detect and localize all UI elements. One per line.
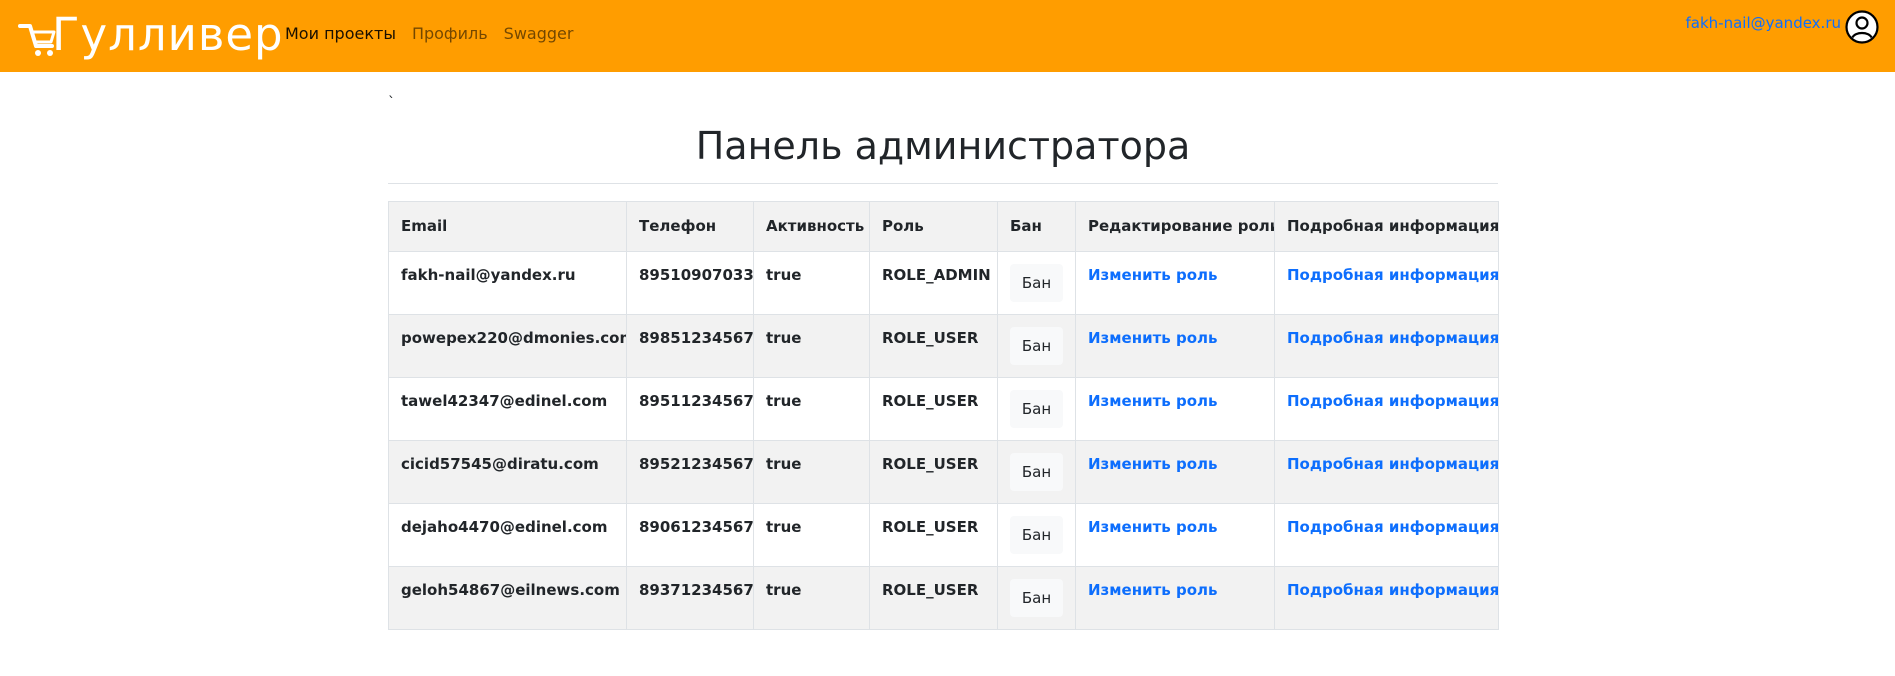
- cell-phone: 89851234567: [626, 314, 754, 378]
- nav-swagger[interactable]: Swagger: [504, 24, 574, 44]
- cell-ban: Бан: [997, 314, 1076, 378]
- cell-role: ROLE_ADMIN: [869, 251, 998, 315]
- nav-my-projects[interactable]: Мои проекты: [285, 24, 396, 44]
- cell-edit-role: Изменить роль: [1075, 440, 1275, 504]
- cell-edit-role: Изменить роль: [1075, 314, 1275, 378]
- page-title: Панель администратора: [695, 124, 1191, 168]
- cell-email: dejaho4470@edinel.com: [388, 503, 627, 567]
- brand-logo-link[interactable]: Гулливер: [16, 10, 284, 60]
- stray-character: `: [388, 95, 395, 111]
- details-link[interactable]: Подробная информация: [1287, 266, 1498, 284]
- column-header-ban: Бан: [997, 201, 1076, 252]
- table-row: tawel42347@edinel.com 89511234567 true ROLE…: [388, 377, 1499, 441]
- table-row: geloh54867@eilnews.com 89371234567 true ROL…: [388, 566, 1499, 630]
- cell-activity: true: [753, 503, 870, 567]
- column-header-phone: Телефон: [626, 201, 754, 252]
- cell-edit-role: Изменить роль: [1075, 566, 1275, 630]
- cell-phone: 89061234567: [626, 503, 754, 567]
- table-row: dejaho4470@edinel.com 89061234567 true ROLE…: [388, 503, 1499, 567]
- ban-button[interactable]: Бан: [1010, 579, 1063, 617]
- column-header-role: Роль: [869, 201, 998, 252]
- table-row: cicid57545@diratu.com 89521234567 true ROLE…: [388, 440, 1499, 504]
- cell-phone: 89521234567: [626, 440, 754, 504]
- cell-role: ROLE_USER: [869, 503, 998, 567]
- cell-activity: true: [753, 314, 870, 378]
- cell-email: cicid57545@diratu.com: [388, 440, 627, 504]
- cell-ban: Бан: [997, 566, 1076, 630]
- title-divider: [388, 183, 1498, 184]
- details-link[interactable]: Подробная информация: [1287, 392, 1498, 410]
- main-nav: Мои проекты Профиль Swagger: [285, 24, 573, 44]
- navbar: Гулливер Мои проекты Профиль Swagger fak…: [0, 0, 1895, 72]
- table-body: fakh-nail@yandex.ru 89510907033 true ROLE_A…: [388, 251, 1499, 630]
- ban-button[interactable]: Бан: [1010, 327, 1063, 365]
- cell-role: ROLE_USER: [869, 566, 998, 630]
- user-email-link[interactable]: fakh-nail@yandex.ru: [1686, 13, 1842, 33]
- cell-details: Подробная информация: [1274, 440, 1499, 504]
- cell-details: Подробная информация: [1274, 566, 1499, 630]
- cell-ban: Бан: [997, 377, 1076, 441]
- cell-role: ROLE_USER: [869, 440, 998, 504]
- cell-phone: 89511234567: [626, 377, 754, 441]
- table-row: fakh-nail@yandex.ru 89510907033 true ROLE_A…: [388, 251, 1499, 315]
- cell-email: fakh-nail@yandex.ru: [388, 251, 627, 315]
- cell-ban: Бан: [997, 503, 1076, 567]
- details-link[interactable]: Подробная информация: [1287, 329, 1498, 347]
- cell-phone: 89510907033: [626, 251, 754, 315]
- nav-profile[interactable]: Профиль: [412, 24, 488, 44]
- column-header-activity: Активность: [753, 201, 870, 252]
- cell-email: geloh54867@eilnews.com: [388, 566, 627, 630]
- edit-role-link[interactable]: Изменить роль: [1088, 266, 1218, 284]
- column-header-edit-role: Редактирование роли: [1075, 201, 1275, 252]
- cell-ban: Бан: [997, 251, 1076, 315]
- cell-edit-role: Изменить роль: [1075, 503, 1275, 567]
- cell-details: Подробная информация: [1274, 314, 1499, 378]
- edit-role-link[interactable]: Изменить роль: [1088, 329, 1218, 347]
- cell-role: ROLE_USER: [869, 314, 998, 378]
- table-header-row: Email Телефон Активность Роль Бан Редакт…: [388, 201, 1499, 252]
- ban-button[interactable]: Бан: [1010, 264, 1063, 302]
- cell-email: powepex220@dmonies.com: [388, 314, 627, 378]
- edit-role-link[interactable]: Изменить роль: [1088, 392, 1218, 410]
- column-header-email: Email: [388, 201, 627, 252]
- users-table: Email Телефон Активность Роль Бан Редакт…: [388, 201, 1499, 630]
- cell-activity: true: [753, 566, 870, 630]
- cell-phone: 89371234567: [626, 566, 754, 630]
- ban-button[interactable]: Бан: [1010, 390, 1063, 428]
- cell-details: Подробная информация: [1274, 377, 1499, 441]
- cell-edit-role: Изменить роль: [1075, 377, 1275, 441]
- ban-button[interactable]: Бан: [1010, 453, 1063, 491]
- cell-details: Подробная информация: [1274, 503, 1499, 567]
- cell-ban: Бан: [997, 440, 1076, 504]
- cell-activity: true: [753, 251, 870, 315]
- cell-activity: true: [753, 440, 870, 504]
- table-row: powepex220@dmonies.com 89851234567 true ROL…: [388, 314, 1499, 378]
- brand-name: Гулливер: [52, 8, 284, 61]
- ban-button[interactable]: Бан: [1010, 516, 1063, 554]
- column-header-details: Подробная информация: [1274, 201, 1499, 252]
- details-link[interactable]: Подробная информация: [1287, 518, 1498, 536]
- cell-details: Подробная информация: [1274, 251, 1499, 315]
- user-menu: fakh-nail@yandex.ru: [1686, 10, 1880, 44]
- details-link[interactable]: Подробная информация: [1287, 455, 1498, 473]
- cell-edit-role: Изменить роль: [1075, 251, 1275, 315]
- edit-role-link[interactable]: Изменить роль: [1088, 518, 1218, 536]
- edit-role-link[interactable]: Изменить роль: [1088, 455, 1218, 473]
- user-circle-icon[interactable]: [1845, 10, 1879, 44]
- cell-activity: true: [753, 377, 870, 441]
- details-link[interactable]: Подробная информация: [1287, 581, 1498, 599]
- cell-role: ROLE_USER: [869, 377, 998, 441]
- edit-role-link[interactable]: Изменить роль: [1088, 581, 1218, 599]
- cell-email: tawel42347@edinel.com: [388, 377, 627, 441]
